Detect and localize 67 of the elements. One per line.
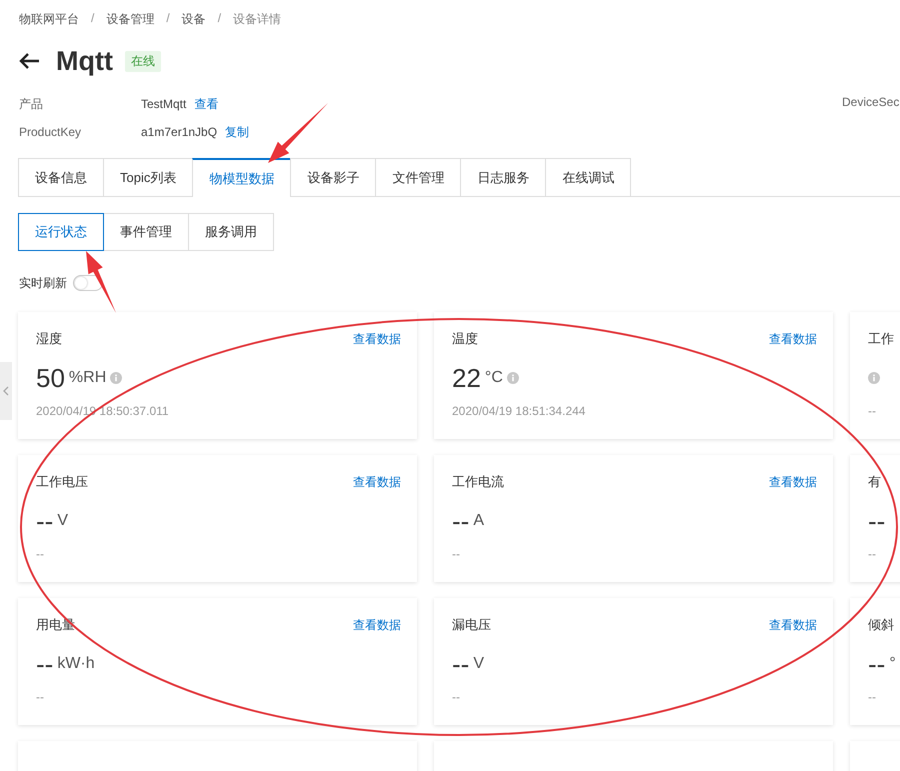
auto-refresh-label: 实时刷新 bbox=[19, 274, 67, 292]
view-data-link[interactable]: 查看数据 bbox=[353, 616, 401, 634]
metric-unit: kW·h bbox=[57, 655, 95, 673]
chevron-left-icon bbox=[3, 386, 9, 396]
annotation-arrow bbox=[86, 251, 116, 313]
subtab[interactable]: 事件管理 bbox=[103, 213, 189, 251]
info-link[interactable]: 查看 bbox=[194, 96, 218, 112]
breadcrumb-item[interactable]: 物联网平台 bbox=[19, 11, 79, 27]
update-time: -- bbox=[452, 690, 461, 706]
annotation-arrow bbox=[268, 103, 328, 163]
metric-title: 漏电压 bbox=[452, 616, 491, 634]
info-label: ProductKey bbox=[19, 125, 82, 139]
metric-value: -- bbox=[452, 506, 470, 536]
subtab[interactable]: 服务调用 bbox=[188, 213, 274, 251]
tab[interactable]: 在线调试 bbox=[545, 158, 632, 196]
breadcrumb-item: 设备详情 bbox=[233, 11, 282, 27]
update-time: 2020/04/19 18:51:34.244 bbox=[452, 404, 586, 420]
subtab[interactable]: 运行状态 bbox=[18, 213, 104, 251]
update-time: -- bbox=[868, 547, 877, 563]
device-title: Mqtt bbox=[56, 46, 113, 76]
tab[interactable]: 设备信息 bbox=[18, 158, 104, 196]
metric-title: 倾斜 bbox=[868, 616, 894, 634]
metric-title: 温度 bbox=[452, 330, 478, 348]
info-value: TestMqtt bbox=[141, 97, 186, 111]
metric-unit: ° bbox=[889, 655, 896, 673]
metric-value: -- bbox=[452, 648, 470, 680]
view-data-link[interactable]: 查看数据 bbox=[353, 330, 401, 348]
info-label: 产品 bbox=[19, 96, 44, 112]
update-time: -- bbox=[452, 547, 461, 563]
update-time: -- bbox=[36, 547, 45, 563]
view-data-link[interactable]: 查看数据 bbox=[769, 616, 817, 634]
auto-refresh-switch[interactable] bbox=[73, 275, 103, 291]
metric-unit: V bbox=[473, 655, 484, 673]
metric-value: -- bbox=[36, 648, 54, 680]
view-data-link[interactable]: 查看数据 bbox=[769, 474, 817, 490]
update-time: -- bbox=[868, 690, 877, 706]
metric-value: -- bbox=[868, 506, 886, 536]
info-link[interactable]: 复制 bbox=[225, 124, 250, 140]
tab[interactable]: 物模型数据 bbox=[192, 158, 292, 197]
metric-value: 22 bbox=[452, 362, 481, 394]
metric-value: -- bbox=[36, 506, 54, 536]
breadcrumb-item[interactable]: 设备 bbox=[182, 11, 206, 27]
metric-title: 湿度 bbox=[36, 330, 62, 348]
metric-title: 有 bbox=[868, 473, 881, 491]
metric-unit: A bbox=[473, 512, 484, 530]
info-label: DeviceSec bbox=[842, 95, 900, 109]
update-time: -- bbox=[36, 690, 45, 706]
breadcrumb-separator: / bbox=[166, 11, 170, 27]
metric-value: 50 bbox=[36, 362, 65, 394]
sidebar-toggle[interactable] bbox=[0, 362, 12, 420]
metric-title: 工作 bbox=[868, 330, 894, 348]
metric-unit: %RH bbox=[68, 369, 106, 387]
breadcrumb-item[interactable]: 设备管理 bbox=[106, 11, 154, 27]
breadcrumb-separator: / bbox=[91, 11, 94, 27]
update-time: 2020/04/19 18:50:37.011 bbox=[36, 404, 170, 420]
status-tag: 在线 bbox=[124, 50, 161, 72]
metric-value: -- bbox=[868, 648, 886, 680]
metric-unit: V bbox=[57, 512, 68, 530]
update-time: -- bbox=[868, 404, 877, 420]
back-arrow-icon[interactable] bbox=[18, 52, 40, 70]
view-data-link[interactable]: 查看数据 bbox=[769, 330, 817, 348]
breadcrumb-separator: / bbox=[218, 11, 222, 27]
info-value: a1m7er1nJbQ bbox=[141, 125, 218, 139]
metric-title: 工作电压 bbox=[36, 473, 88, 491]
metric-unit: °C bbox=[484, 369, 503, 387]
metric-title: 工作电流 bbox=[452, 473, 504, 491]
view-data-link[interactable]: 查看数据 bbox=[353, 474, 401, 490]
